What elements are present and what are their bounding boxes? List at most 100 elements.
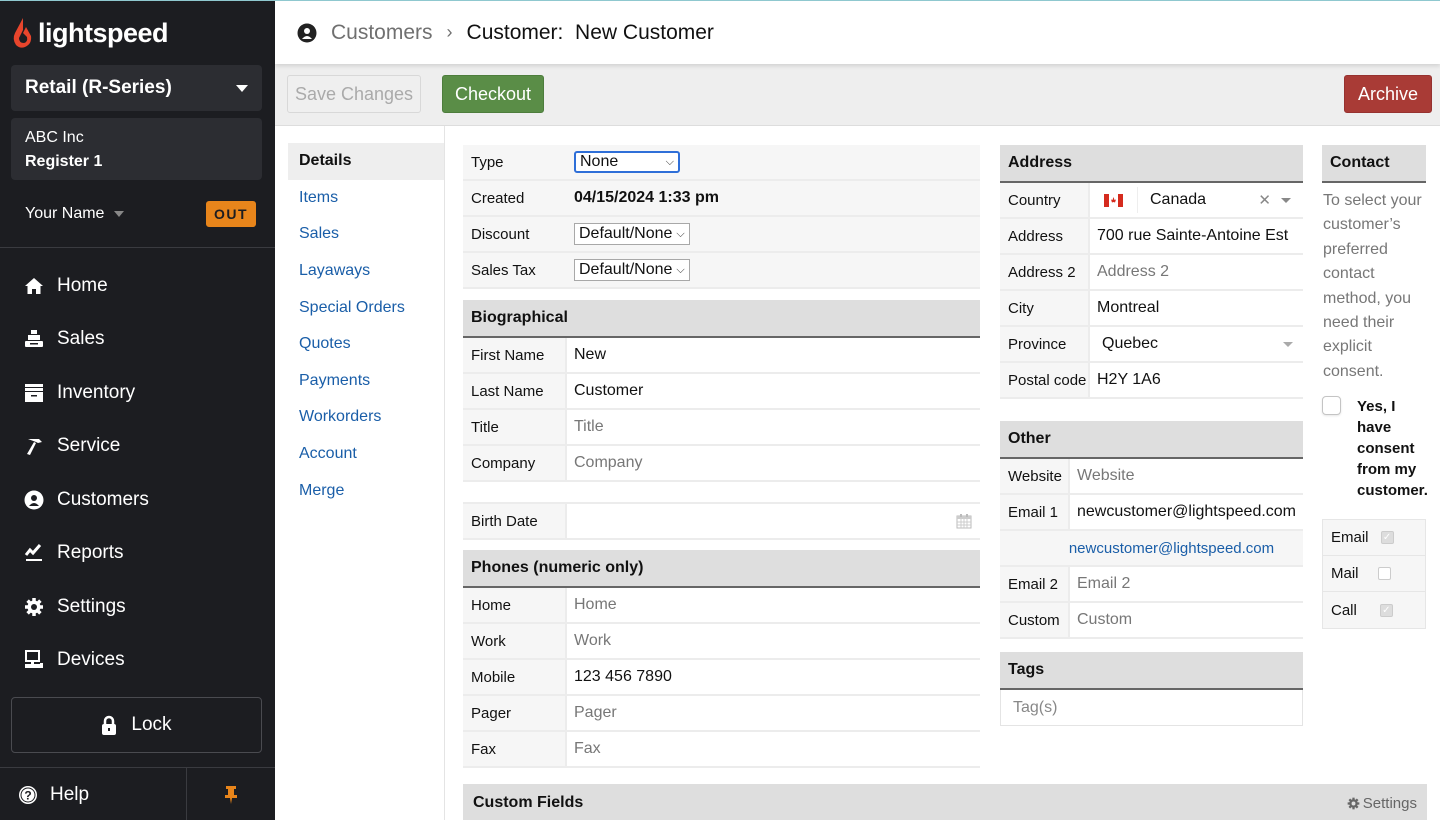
lock-button[interactable]: Lock	[11, 697, 262, 753]
user-menu[interactable]: Your Name	[25, 205, 125, 223]
type-select[interactable]: None ⌵	[574, 151, 680, 173]
postal-code-label: Postal code	[1000, 363, 1090, 397]
last-name-input[interactable]: Customer	[567, 374, 980, 408]
store-register-box[interactable]: ABC Inc Register 1	[11, 118, 262, 180]
toolbar: Save Changes Checkout Archive	[275, 64, 1440, 126]
consent-checkbox[interactable]	[1322, 396, 1341, 416]
sales-tax-label: Sales Tax	[471, 261, 536, 279]
customer-icon	[297, 23, 317, 42]
address-input[interactable]: 700 rue Sainte-Antoine Est	[1090, 219, 1303, 253]
mail-checkbox[interactable]	[1377, 567, 1391, 581]
fax-input[interactable]: Fax	[567, 732, 980, 766]
subnav-sales[interactable]: Sales	[288, 216, 444, 253]
subnav-items[interactable]: Items	[288, 180, 444, 217]
website-input[interactable]: Website	[1070, 459, 1303, 493]
country-select[interactable]: Canada ✕	[1090, 183, 1303, 217]
product-selector[interactable]: Retail (R-Series)	[11, 65, 262, 111]
address2-input[interactable]: Address 2	[1090, 255, 1303, 289]
mobile-phone-label: Mobile	[463, 660, 567, 694]
home-phone-input[interactable]: Home	[567, 588, 980, 622]
email1-input[interactable]: newcustomer@lightspeed.com	[1070, 495, 1303, 529]
canada-flag-icon	[1090, 187, 1138, 213]
subnav-workorders[interactable]: Workorders	[288, 399, 444, 436]
city-input[interactable]: Montreal	[1090, 291, 1303, 325]
birth-date-input[interactable]	[567, 504, 980, 538]
cash-register-icon	[24, 329, 44, 349]
clear-icon[interactable]: ✕	[1258, 191, 1271, 209]
title-input[interactable]: Title	[567, 410, 980, 444]
tags-input[interactable]: Tag(s)	[1000, 690, 1303, 726]
work-phone-input[interactable]: Work	[567, 624, 980, 658]
help-button[interactable]: ? Help	[0, 768, 187, 820]
contact-methods: Email ✓ Mail Call ✓	[1322, 519, 1426, 630]
email-checkbox[interactable]: ✓	[1380, 531, 1394, 545]
home-phone-label: Home	[463, 588, 567, 622]
discount-row: Discount Default/None ⌵	[463, 217, 980, 253]
company-input[interactable]: Company	[567, 446, 980, 480]
custom-fields-title: Custom Fields	[473, 794, 584, 811]
consent-label: Yes, I have consent from my customer.	[1357, 398, 1428, 500]
subnav-quotes[interactable]: Quotes	[288, 326, 444, 363]
email1-mailto-link[interactable]: newcustomer@lightspeed.com	[1069, 540, 1274, 557]
website-label: Website	[1000, 459, 1070, 493]
pager-input[interactable]: Pager	[567, 696, 980, 730]
inventory-box-icon	[24, 383, 44, 403]
customer-icon	[24, 490, 44, 510]
home-icon	[24, 276, 44, 296]
pin-sidebar-button[interactable]	[187, 768, 275, 820]
subnav-payments[interactable]: Payments	[288, 363, 444, 400]
logo-text: lightspeed	[38, 17, 169, 48]
subnav-layaways[interactable]: Layaways	[288, 253, 444, 290]
first-name-input[interactable]: New	[567, 338, 980, 372]
email1-label: Email 1	[1000, 495, 1070, 529]
nav-label: Settings	[57, 595, 126, 617]
archive-button[interactable]: Archive	[1344, 75, 1432, 113]
nav-item-devices[interactable]: Devices	[0, 634, 275, 688]
call-checkbox[interactable]: ✓	[1379, 603, 1393, 617]
nav-item-sales[interactable]: Sales	[0, 313, 275, 367]
nav-item-reports[interactable]: Reports	[0, 527, 275, 581]
contact-panel: Contact To select your customer’s prefer…	[1322, 145, 1428, 630]
devices-icon	[24, 650, 44, 670]
subnav-special-orders[interactable]: Special Orders	[288, 289, 444, 326]
custom-fields-settings-link[interactable]: Settings	[1347, 795, 1417, 812]
checkout-button[interactable]: Checkout	[442, 75, 544, 113]
email2-input[interactable]: Email 2	[1070, 567, 1303, 601]
email2-label: Email 2	[1000, 567, 1070, 601]
nav-item-inventory[interactable]: Inventory	[0, 366, 275, 420]
nav-item-customers[interactable]: Customers	[0, 473, 275, 527]
calendar-icon[interactable]	[956, 513, 972, 529]
reports-icon	[24, 543, 44, 563]
tags-header: Tags	[1000, 652, 1303, 690]
province-select[interactable]: Quebec	[1090, 327, 1303, 361]
custom-input[interactable]: Custom	[1070, 603, 1303, 637]
company-row: Company Company	[463, 446, 980, 482]
created-row: Created 04/15/2024 1:33 pm	[463, 181, 980, 217]
subnav-merge[interactable]: Merge	[288, 472, 444, 509]
address-header: Address	[1000, 145, 1303, 183]
custom-fields-header: Custom Fields Settings	[463, 784, 1427, 820]
nav-item-home[interactable]: Home	[0, 259, 275, 313]
company-label: Company	[463, 446, 567, 480]
breadcrumb-customers-link[interactable]: Customers	[331, 21, 433, 45]
settings-label: Settings	[1362, 794, 1417, 812]
work-phone-row: Work Work	[463, 624, 980, 660]
clock-out-button[interactable]: OUT	[205, 201, 256, 227]
save-changes-button[interactable]: Save Changes	[287, 75, 421, 113]
address2-row: Address 2 Address 2	[1000, 255, 1303, 291]
pager-label: Pager	[463, 696, 567, 730]
subnav-account[interactable]: Account	[288, 436, 444, 473]
lightspeed-logo[interactable]: lightspeed	[12, 17, 169, 49]
home-phone-row: Home Home	[463, 588, 980, 624]
divider	[0, 247, 275, 248]
discount-select[interactable]: Default/None ⌵	[574, 223, 690, 245]
subnav-details[interactable]: Details	[288, 143, 444, 180]
province-value: Quebec	[1102, 335, 1159, 352]
postal-code-input[interactable]: H2Y 1A6	[1090, 363, 1303, 397]
nav-item-settings[interactable]: Settings	[0, 580, 275, 634]
mobile-phone-input[interactable]: 123 456 7890	[567, 660, 980, 694]
nav-item-service[interactable]: Service	[0, 420, 275, 474]
biographical-panel: Biographical First Name New Last Name Cu…	[463, 300, 980, 482]
country-row: Country Canada ✕	[1000, 183, 1303, 219]
sales-tax-select[interactable]: Default/None ⌵	[574, 259, 690, 281]
